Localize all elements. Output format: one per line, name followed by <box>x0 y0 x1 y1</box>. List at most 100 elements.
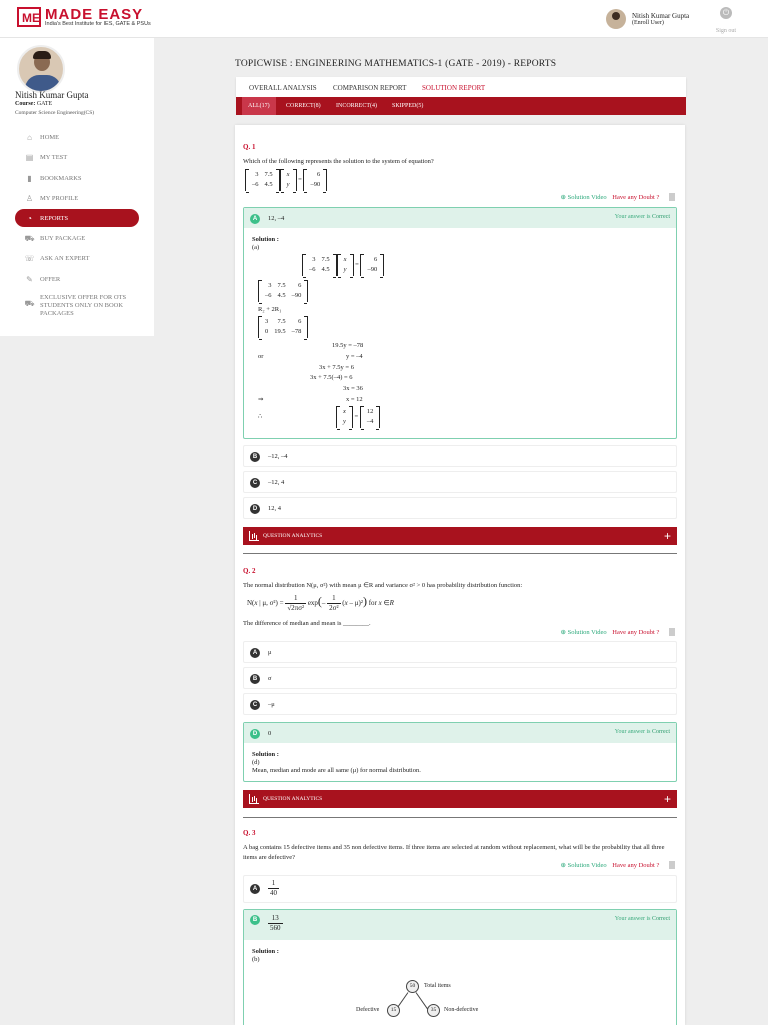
question-actions: ⊕ Solution Video Have any Doubt ? <box>561 628 675 636</box>
offer-icon: ✎ <box>26 274 33 284</box>
logo-mark: ME <box>17 7 41 27</box>
option-b: B –12, –4 <box>243 445 677 467</box>
sidebar-item-ask-expert[interactable]: ☏ ASK AN EXPERT <box>15 249 139 269</box>
page-title: TOPICWISE : ENGINEERING MATHEMATICS-1 (G… <box>235 59 557 69</box>
question-label: Q. 2 <box>243 567 256 575</box>
solution-video-link[interactable]: ⊕ Solution Video <box>561 629 607 636</box>
question-analytics-toggle[interactable]: QUESTION ANALYTICS + <box>243 527 677 545</box>
answer-verdict: Your answer is Correct <box>614 729 670 735</box>
test-icon: ▤ <box>25 153 34 163</box>
solution-content: Q. 1 Which of the following represents t… <box>235 125 685 1025</box>
bookmark-icon[interactable] <box>669 193 675 201</box>
solution-block: Solution : (d) Mean, median and mode are… <box>252 751 421 774</box>
tree-node-total: 50 <box>406 980 419 993</box>
question-text: A bag contains 15 defective items and 35… <box>243 844 665 861</box>
user-name: Nitish Kumar Gupta <box>632 12 690 20</box>
option-letter: A <box>250 214 260 224</box>
tab-comparison-report[interactable]: COMPARISON REPORT <box>333 84 406 92</box>
sidebar-item-offer[interactable]: ✎ OFFER <box>15 270 139 290</box>
bookmark-icon: ▮ <box>27 173 32 183</box>
option-c: C –μ <box>243 693 677 715</box>
chart-icon <box>249 794 259 804</box>
made-easy-logo[interactable]: ME MADE EASY India's Best Institute for … <box>17 6 157 29</box>
profile-icon: ♙ <box>25 193 34 203</box>
row-operation: R₂ + 2R₁ <box>258 306 282 313</box>
avatar <box>606 9 626 29</box>
tree-label-defective: Defective <box>356 1007 380 1013</box>
tab-overall-analysis[interactable]: OVERALL ANALYSIS <box>249 84 317 92</box>
question-text: The normal distribution N(μ, σ²) with me… <box>243 582 523 589</box>
question-actions: ⊕ Solution Video Have any Doubt ? <box>561 193 675 201</box>
home-icon: ⌂ <box>27 133 32 142</box>
question-label: Q. 1 <box>243 143 256 151</box>
step-3: 3x + 7.5y = 6 <box>319 364 354 371</box>
option-b-correct: B 13 560 Your answer is Correct Solution … <box>243 909 677 1025</box>
report-tabs: OVERALL ANALYSIS COMPARISON REPORT SOLUT… <box>236 77 686 97</box>
power-icon: ⏻ <box>720 7 732 19</box>
tab-correct[interactable]: CORRECT(8) <box>286 103 321 109</box>
step-4: 3x + 7.5(–4) = 6 <box>310 374 353 381</box>
option-a: A 1 40 <box>243 875 677 903</box>
sidebar-item-buy-package[interactable]: ⛟ BUY PACKAGE <box>15 229 139 249</box>
step-6: ⇒ x = 12 <box>258 396 363 403</box>
plus-icon: + <box>663 529 671 543</box>
doubt-link[interactable]: Have any Doubt ? <box>612 862 659 869</box>
tab-skipped[interactable]: SKIPPED(5) <box>392 103 423 109</box>
tab-solution-report[interactable]: SOLUTION REPORT <box>422 84 485 92</box>
answer-verdict: Your answer is Correct <box>614 214 670 220</box>
step-7: ∴ <box>258 413 263 420</box>
sidebar: Nitish Kumar Gupta Course: GATE Computer… <box>0 38 154 336</box>
doubt-link[interactable]: Have any Doubt ? <box>612 629 659 636</box>
option-a-correct: A 12, –4 Your answer is Correct Solution… <box>243 207 677 439</box>
step-2: or y = –4 <box>258 353 363 360</box>
option-c: C –12, 4 <box>243 471 677 493</box>
cart-icon: ⛟ <box>24 234 35 244</box>
sign-out-button[interactable]: ⏻ Sign out <box>706 7 746 37</box>
tab-incorrect[interactable]: INCORRECT(4) <box>336 103 377 109</box>
profile-course: Course: GATE <box>15 101 53 107</box>
divider <box>243 817 677 818</box>
tab-all[interactable]: ALL(17) <box>242 97 276 115</box>
sidebar-item-my-profile[interactable]: ♙ MY PROFILE <box>15 189 139 209</box>
augmented-matrix: 3 7.5 6 –6 4.5 –90 <box>258 280 309 304</box>
solution-video-link[interactable]: ⊕ Solution Video <box>561 862 607 869</box>
exclusive-cart-icon: ⛟ <box>24 299 35 309</box>
question-actions: ⊕ Solution Video Have any Doubt ? <box>561 861 675 869</box>
option-b: Bσ <box>243 667 677 689</box>
bookmark-icon[interactable] <box>669 861 675 869</box>
profile-name: Nitish Kumar Gupta <box>15 90 89 100</box>
top-bar: ME MADE EASY India's Best Institute for … <box>0 0 768 38</box>
sidebar-item-home[interactable]: ⌂ HOME <box>15 128 139 148</box>
solution-video-link[interactable]: ⊕ Solution Video <box>561 194 607 201</box>
pdf-formula: N(x | μ, σ²) = 1 √2πσ² exp(– 1 2σ² (x – μ)… <box>247 594 394 612</box>
option-d-correct: D 0 Your answer is Correct Solution : (d… <box>243 722 677 782</box>
question-equation: 3 7.5 –6 4.5 x y = 6 –90 <box>245 169 328 193</box>
answer-verdict: Your answer is Correct <box>614 916 670 922</box>
user-role: (Enroll User) <box>632 20 664 26</box>
expert-icon: ☏ <box>24 254 35 264</box>
solution-block: Solution : (a) <box>252 236 279 251</box>
solution-block: Solution : (b) <box>252 948 279 963</box>
step-5: 3x = 36 <box>343 385 363 392</box>
chart-icon <box>249 531 259 541</box>
reduced-matrix: 3 7.5 6 0 19.5 –78 <box>258 316 309 340</box>
reports-icon: ◔ <box>27 214 32 224</box>
solution-equation: 3 7.5 –6 4.5 x y = 6 –90 <box>302 254 385 278</box>
bookmark-icon[interactable] <box>669 628 675 636</box>
option-value: 12, –4 <box>268 215 285 222</box>
profile-avatar <box>17 45 65 93</box>
doubt-link[interactable]: Have any Doubt ? <box>612 194 659 201</box>
sidebar-item-my-test[interactable]: ▤ MY TEST <box>15 148 139 168</box>
sidebar-item-exclusive-offer[interactable]: ⛟ EXCLUSIVE OFFER FOR OTS STUDENTS ONLY O… <box>15 290 139 320</box>
logo-tagline: India's Best Institute for IES, GATE & P… <box>45 21 151 27</box>
profile-branch: Computer Science Engineering(CS) <box>15 110 95 116</box>
tree-node-defective: 15 <box>387 1004 400 1017</box>
sidebar-item-reports[interactable]: ◔ REPORTS <box>15 209 139 228</box>
option-d: D 12, 4 <box>243 497 677 519</box>
divider <box>243 553 677 554</box>
tree-label-total: Total items <box>424 983 451 989</box>
question-analytics-toggle[interactable]: QUESTION ANALYTICS + <box>243 790 677 808</box>
question-label: Q. 3 <box>243 829 256 837</box>
tree-label-non-defective: Non-defective <box>444 1007 479 1013</box>
sidebar-item-bookmarks[interactable]: ▮ BOOKMARKS <box>15 169 139 189</box>
